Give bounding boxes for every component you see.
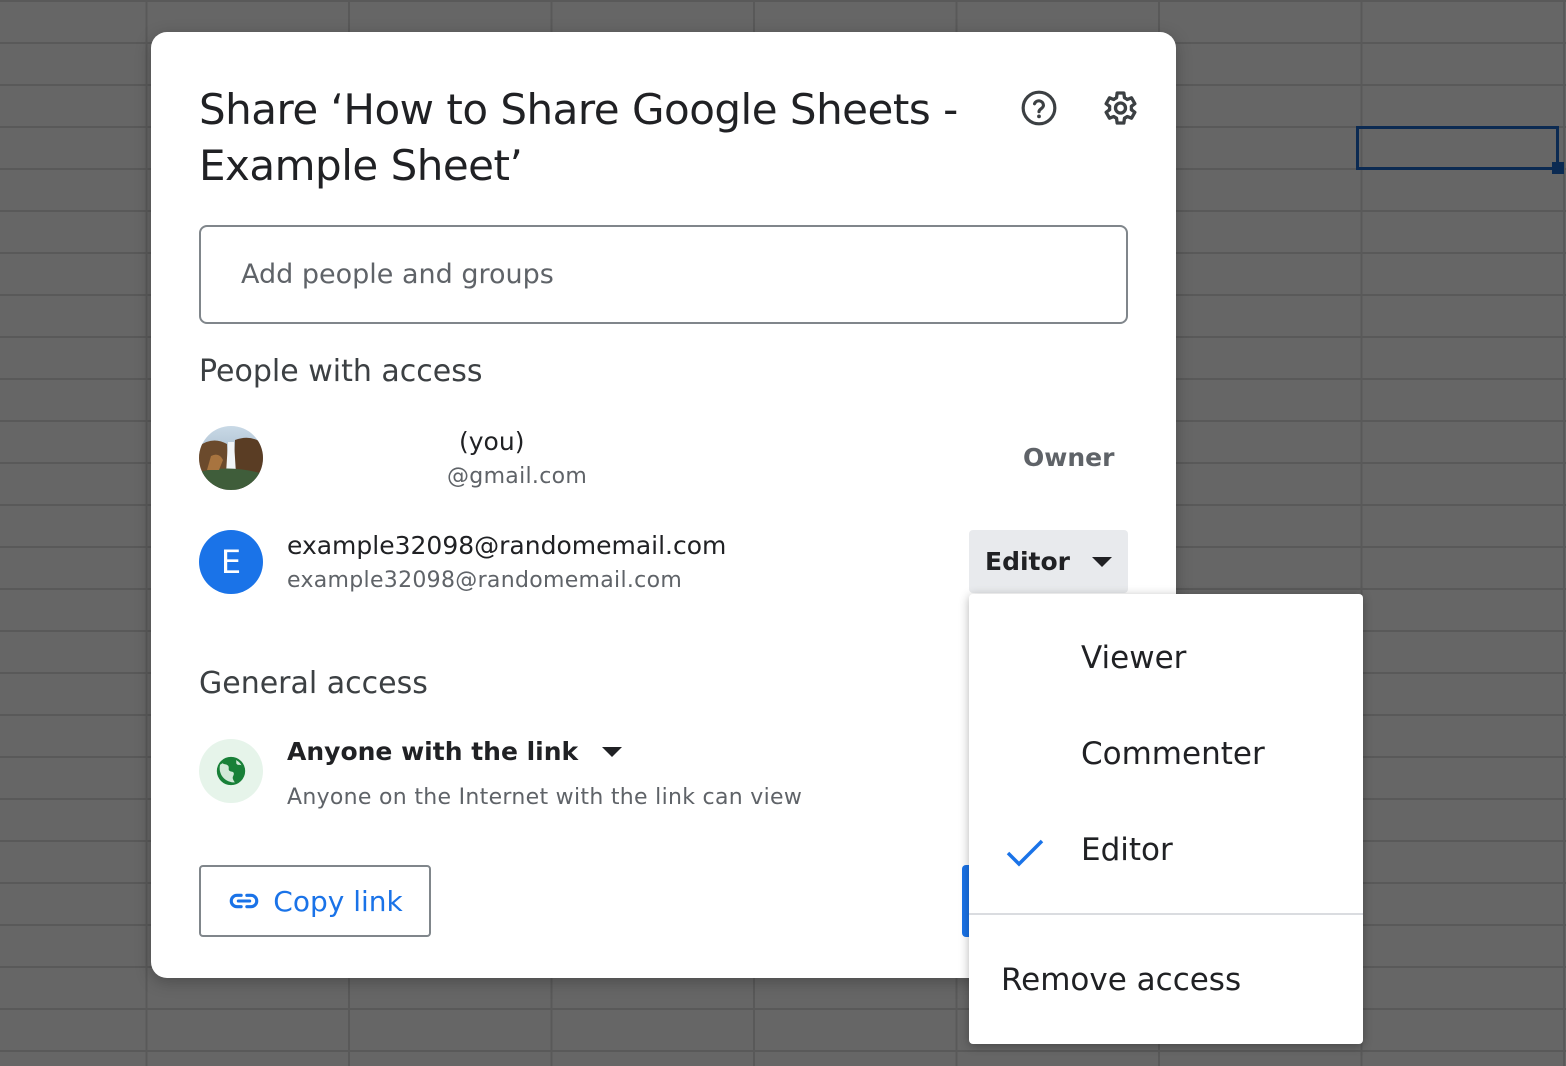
- avatar: [199, 426, 263, 490]
- role-dropdown-label: Editor: [985, 547, 1070, 576]
- selected-cell[interactable]: [1356, 126, 1559, 170]
- dropdown-arrow-icon: [602, 746, 623, 757]
- dropdown-arrow-icon: [1092, 556, 1112, 567]
- remove-access-label: Remove access: [1001, 962, 1242, 998]
- avatar: E: [199, 530, 263, 594]
- checkmark-icon: [1006, 839, 1044, 867]
- owner-role-label: Owner: [1023, 443, 1115, 472]
- general-access-heading: General access: [199, 666, 428, 701]
- help-icon[interactable]: [1015, 84, 1063, 132]
- role-option-label: Viewer: [1081, 640, 1187, 676]
- copy-link-button[interactable]: Copy link: [199, 865, 431, 937]
- globe-icon: [199, 739, 263, 803]
- menu-divider: [969, 913, 1363, 915]
- dialog-title: Share ‘How to Share Google Sheets - Exam…: [199, 85, 958, 190]
- role-option-viewer[interactable]: Viewer: [969, 610, 1363, 706]
- person-name: example32098@randomemail.com: [287, 531, 727, 560]
- general-access-option: Anyone with the link: [287, 737, 579, 766]
- remove-access-option[interactable]: Remove access: [969, 932, 1363, 1028]
- add-people-input[interactable]: [199, 225, 1128, 324]
- person-name: (you): [459, 427, 525, 456]
- role-option-label: Editor: [1081, 832, 1173, 868]
- role-option-commenter[interactable]: Commenter: [969, 706, 1363, 802]
- copy-link-label: Copy link: [273, 884, 403, 918]
- general-access-dropdown[interactable]: Anyone with the link: [287, 737, 623, 766]
- role-menu: Viewer Commenter Editor Remove access: [969, 594, 1363, 1044]
- role-option-editor[interactable]: Editor: [969, 802, 1363, 898]
- role-dropdown-button[interactable]: Editor: [969, 530, 1128, 593]
- person-email: @gmail.com: [447, 464, 588, 489]
- general-access-description: Anyone on the Internet with the link can…: [287, 785, 803, 810]
- link-icon: [230, 893, 259, 909]
- gear-icon[interactable]: [1095, 84, 1143, 132]
- cell-fill-handle[interactable]: [1552, 162, 1564, 174]
- people-with-access-heading: People with access: [199, 354, 483, 389]
- person-email: example32098@randomemail.com: [287, 568, 683, 593]
- role-option-label: Commenter: [1081, 736, 1265, 772]
